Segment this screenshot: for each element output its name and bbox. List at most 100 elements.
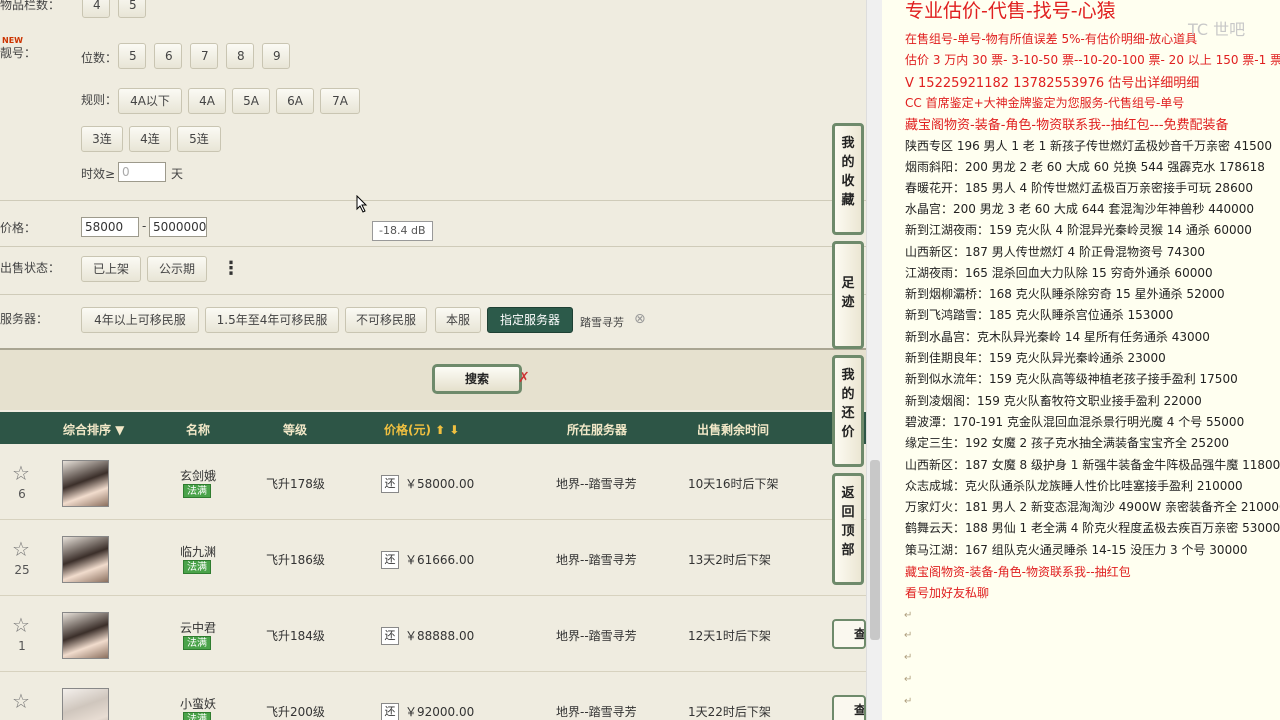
table-header: 综合排序 ▼ 名称 等级 价格(元) ⬆ ⬇ 所在服务器 出售剩余时间 <box>0 412 866 444</box>
server-option-1-5year[interactable]: 1.5年至4年可移民服 <box>205 307 339 333</box>
weishu-option-5[interactable]: 5 <box>118 43 146 69</box>
notes-footer: 藏宝阁物资-装备-角色-物资联系我--抽红包 <box>905 565 1131 579</box>
search-mark-icon: ✗ <box>518 370 530 386</box>
back-to-top-label: 返回顶部 <box>841 486 855 558</box>
view-button[interactable]: 查 <box>832 695 866 720</box>
sale-option-public[interactable]: 公示期 <box>147 256 207 282</box>
price-min-input[interactable]: 58000 <box>81 217 139 237</box>
weishu-option-9[interactable]: 9 <box>262 43 290 69</box>
listing-line: 碧波潭：170-191 克金队混回血混杀景行明光魔 4 个号 55000 <box>905 415 1245 429</box>
lian-option-5[interactable]: 5连 <box>177 126 221 152</box>
weishu-option-8[interactable]: 8 <box>226 43 254 69</box>
price-header[interactable]: 价格(元) ⬆ ⬇ <box>384 421 459 438</box>
my-favorites-label: 我的收藏 <box>841 136 855 208</box>
server-selected: 踏雪寻芳 <box>580 316 624 329</box>
favorite-star-icon[interactable]: ☆ <box>12 689 30 713</box>
search-button[interactable]: 搜索 <box>432 364 522 394</box>
avatar[interactable] <box>62 536 109 583</box>
avatar[interactable] <box>62 612 109 659</box>
listing-line: 水晶宫：200 男龙 3 老 60 大成 644 套混淘沙年神兽秒 440000 <box>905 202 1255 216</box>
sale-option-listed[interactable]: 已上架 <box>81 256 141 282</box>
avatar[interactable] <box>62 460 109 507</box>
bargain-icon[interactable]: 还 <box>381 627 399 645</box>
guize-option-5a[interactable]: 5A <box>232 88 270 114</box>
role-name[interactable]: 云中君 <box>168 619 228 636</box>
footprint-button[interactable]: 足迹 <box>832 241 864 349</box>
mouse-cursor-icon <box>356 195 368 213</box>
role-name[interactable]: 临九渊 <box>168 543 228 560</box>
favorite-star-icon[interactable]: ☆ <box>12 461 30 485</box>
bargain-icon[interactable]: 还 <box>381 475 399 493</box>
price-separator: - <box>142 219 147 233</box>
scrollbar-thumb[interactable] <box>870 460 880 640</box>
role-server: 地界--踏雪寻芳 <box>556 477 637 491</box>
listing-line: 万家灯火：181 男人 2 新变态混淘淘沙 4900W 亲密装备齐全 21000… <box>905 500 1280 514</box>
my-bargains-label: 我的还价 <box>841 368 855 440</box>
guize-label: 规则： <box>81 93 118 107</box>
divider <box>0 246 866 247</box>
role-name[interactable]: 小蛮妖 <box>168 695 228 712</box>
role-remain: 10天16时后下架 <box>688 477 779 491</box>
role-server: 地界--踏雪寻芳 <box>556 553 637 567</box>
favorite-star-icon[interactable]: ☆ <box>12 613 30 637</box>
shixiao-input[interactable]: 0 <box>118 162 166 182</box>
view-button[interactable]: 查 <box>832 619 866 649</box>
guize-option-7a[interactable]: 7A <box>320 88 360 114</box>
guize-option-4a-below[interactable]: 4A以下 <box>118 88 182 114</box>
guize-option-6a[interactable]: 6A <box>276 88 314 114</box>
status-badge: 法满 <box>183 636 211 650</box>
listing-line: 众志成城：克火队通杀队龙族睡人性价比哇塞接手盈利 210000 <box>905 479 1243 493</box>
role-server: 地界--踏雪寻芳 <box>556 705 637 719</box>
name-header: 名称 <box>186 423 211 437</box>
notes-line: 在售组号-单号-物有所值误差 5%-有估价明细-放心道具 <box>905 32 1198 46</box>
listing-line: 新到似水流年：159 克火队高等级神植老孩子接手盈利 17500 <box>905 372 1238 386</box>
notes-line: CC 首席鉴定+大神金牌鉴定为您服务-代售组号-单号 <box>905 96 1185 110</box>
my-bargains-button[interactable]: 我的还价 <box>832 355 864 467</box>
listing-line: 新到佳期良年：159 克火队异光秦岭通杀 23000 <box>905 351 1166 365</box>
table-row[interactable]: ☆ 1 云中君 法满 飞升184级 还 ￥88888.00 地界--踏雪寻芳 1… <box>0 597 866 672</box>
slot-option-5[interactable]: 5 <box>118 0 146 18</box>
bargain-icon[interactable]: 还 <box>381 703 399 720</box>
notes-footer: 看号加好友私聊 <box>905 586 990 600</box>
listing-line: 新到烟柳灞桥：168 克火队睡杀除穷奇 15 星外通杀 52000 <box>905 287 1225 301</box>
back-to-top-button[interactable]: 返回顶部 <box>832 473 864 585</box>
price-max-input[interactable]: 5000000 <box>149 217 207 237</box>
bargain-icon[interactable]: 还 <box>381 551 399 569</box>
favorite-star-icon[interactable]: ☆ <box>12 537 30 561</box>
role-remain: 13天2时后下架 <box>688 553 771 567</box>
my-favorites-button[interactable]: 我的收藏 <box>832 123 864 235</box>
role-level: 飞升184级 <box>266 629 325 643</box>
role-remain: 1天22时后下架 <box>688 705 771 719</box>
weishu-option-6[interactable]: 6 <box>154 43 182 69</box>
server-option-4year[interactable]: 4年以上可移民服 <box>81 307 199 333</box>
server-option-no-migrate[interactable]: 不可移民服 <box>345 307 427 333</box>
lian-option-4[interactable]: 4连 <box>129 126 171 152</box>
role-name[interactable]: 玄剑娥 <box>168 467 228 484</box>
listing-line: 春暖花开：185 男人 4 阶传世燃灯孟极百万亲密接手可玩 28600 <box>905 181 1253 195</box>
table-row[interactable]: ☆ 25 临九渊 法满 飞升186级 还 ￥61666.00 地界--踏雪寻芳 … <box>0 521 866 596</box>
server-option-specified[interactable]: 指定服务器 <box>487 307 573 333</box>
lian-option-3[interactable]: 3连 <box>81 126 123 152</box>
weishu-option-7[interactable]: 7 <box>190 43 218 69</box>
clear-server-icon[interactable]: ⊗ <box>634 311 646 327</box>
more-icon[interactable]: ⋮ <box>222 258 240 279</box>
listing-line: 新到飞鸿踏雪：185 克火队睡杀宫位通杀 153000 <box>905 308 1174 322</box>
table-row[interactable]: ☆ 小蛮妖 法满 飞升200级 还 ￥92000.00 地界--踏雪寻芳 1天2… <box>0 673 866 720</box>
slot-option-4[interactable]: 4 <box>82 0 110 18</box>
server-label: 服务器： <box>0 312 49 326</box>
listing-line: 新到凌烟阁：159 克火队畜牧符文职业接手盈利 22000 <box>905 394 1202 408</box>
avatar[interactable] <box>62 688 109 720</box>
role-server: 地界--踏雪寻芳 <box>556 629 637 643</box>
role-level: 飞升186级 <box>266 553 325 567</box>
sort-header[interactable]: 综合排序 ▼ <box>63 421 124 438</box>
paragraph-mark: ↵ <box>904 696 913 707</box>
listing-line: 缘定三生：192 女魔 2 孩子克水抽全满装备宝宝齐全 25200 <box>905 436 1229 450</box>
server-option-this[interactable]: 本服 <box>435 307 481 333</box>
guize-option-4a[interactable]: 4A <box>188 88 226 114</box>
left-pane: 物品栏数： 4 5 NEW 靓号： 位数： 5 6 7 8 9 规则： 4A以下… <box>0 0 866 720</box>
scrollbar[interactable] <box>866 0 882 720</box>
paragraph-mark: ↵ <box>904 610 913 621</box>
notes-pane: 专业估价-代售-找号-心猿 在售组号-单号-物有所值误差 5%-有估价明细-放心… <box>882 0 1280 720</box>
table-row[interactable]: ☆ 6 玄剑娥 法满 飞升178级 还 ￥58000.00 地界--踏雪寻芳 1… <box>0 445 866 520</box>
notes-title: 专业估价-代售-找号-心猿 <box>905 0 1116 22</box>
